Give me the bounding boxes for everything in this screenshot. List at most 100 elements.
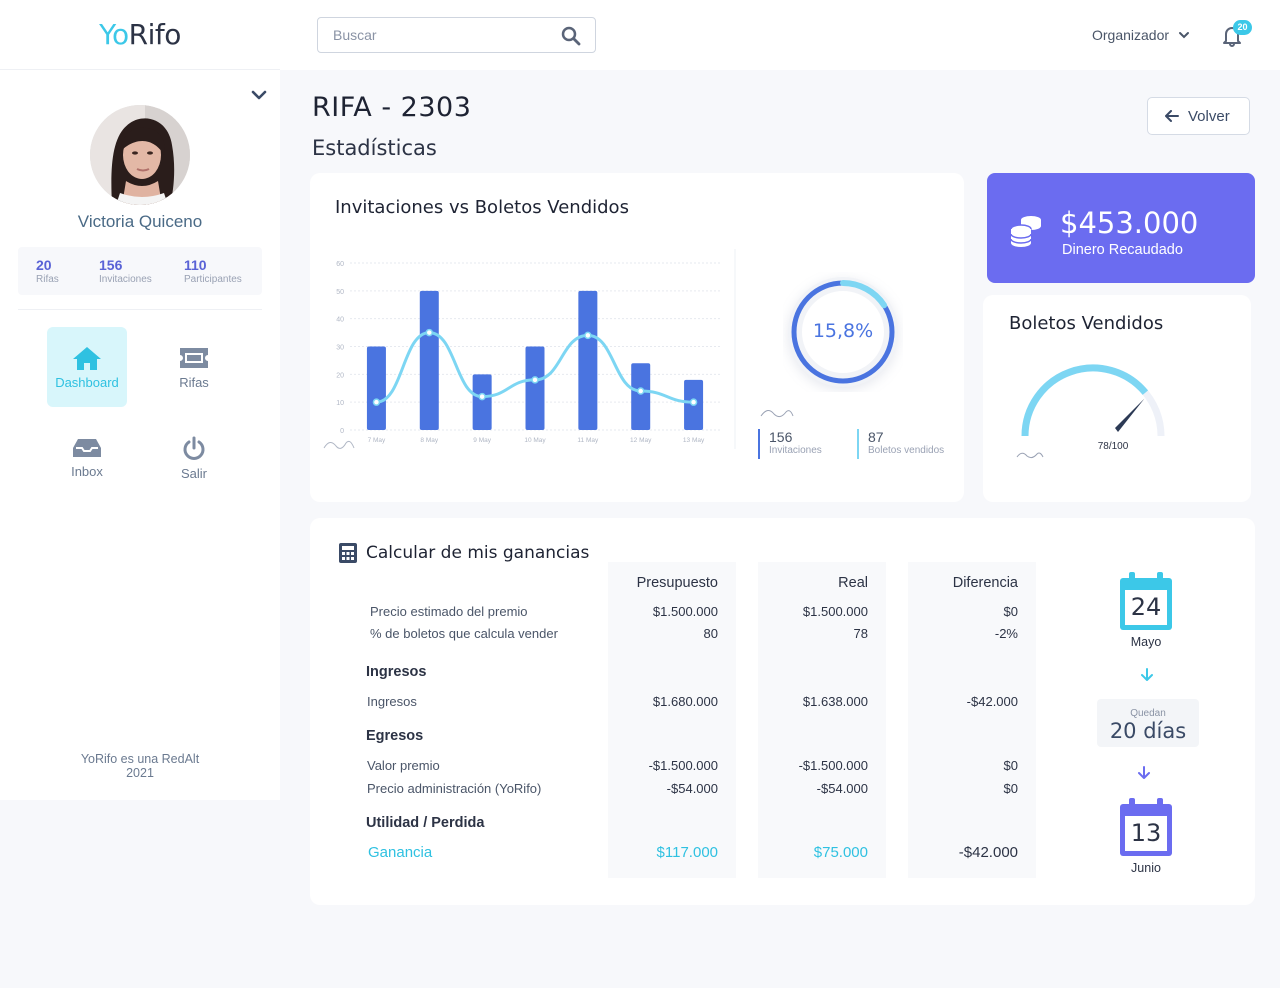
row-value: -2% <box>994 626 1018 641</box>
wave-icon <box>323 440 355 449</box>
x-tick-label: 12 May <box>630 437 652 444</box>
end-day: 13 <box>1130 819 1162 847</box>
line-point <box>478 392 486 401</box>
row-label: Valor premio <box>367 758 440 773</box>
stat-participantes: 110 Participantes <box>184 257 242 285</box>
home-icon <box>73 347 101 370</box>
x-tick-label: 10 May <box>524 437 546 444</box>
calc-title: Calcular de mis ganancias <box>366 543 590 563</box>
line-point <box>689 398 698 406</box>
section-egresos: Egresos <box>366 728 424 744</box>
arrow-down-icon <box>1141 668 1153 681</box>
y-tick-label: 50 <box>336 289 344 296</box>
divider <box>734 249 736 449</box>
y-tick-label: 30 <box>336 345 344 352</box>
chevron-down-icon[interactable] <box>1178 29 1190 41</box>
topbar: Organizador 20 <box>280 0 1280 70</box>
arrow-down-icon <box>1138 766 1150 779</box>
ticket-icon <box>180 348 208 368</box>
line-point <box>372 398 381 406</box>
bar-line-chart: 0 10 20 30 40 50 60 7 May 8 May 9 May 10 May 11 May… <box>323 261 720 449</box>
row-value: 78 <box>853 626 868 641</box>
section-utilidad: Utilidad / Perdida <box>366 815 485 831</box>
user-name: Victoria Quiceno <box>77 212 203 231</box>
row-value: $0 <box>1003 604 1018 619</box>
y-tick-label: 0 <box>340 428 344 435</box>
invitaciones-chart-card: Invitaciones vs Boletos Vendidos 0 10 20 30… <box>310 173 964 502</box>
row-value: -$54.000 <box>816 781 868 796</box>
section-ingresos: Ingresos <box>366 664 427 680</box>
y-tick-label: 60 <box>336 261 344 268</box>
search-input[interactable] <box>333 18 553 52</box>
money-label: Dinero Recaudado <box>1062 242 1183 258</box>
x-tick-label: 9 May <box>473 437 491 444</box>
bar <box>525 346 545 430</box>
start-month: Mayo <box>1130 635 1162 649</box>
role-selector[interactable]: Organizador <box>1092 27 1169 43</box>
row-label: Precio administración (YoRifo) <box>367 781 542 796</box>
stat-invitaciones: 156 Invitaciones <box>99 257 152 285</box>
gain-label: Ganancia <box>368 844 433 861</box>
arrow-left-icon <box>1165 110 1179 122</box>
row-value: $0 <box>1003 781 1018 796</box>
sidebar: YoRifo Victoria Quiceno 20 Rifas 156 Inv… <box>0 0 280 800</box>
boletos-title: Boletos Vendidos <box>1009 313 1164 334</box>
row-value: -$1.500.000 <box>648 758 718 773</box>
bar <box>419 290 439 430</box>
coins-icon <box>1010 216 1041 247</box>
gain-value: $117.000 <box>656 844 718 861</box>
nav-rifas[interactable]: Rifas <box>154 327 234 407</box>
row-value: $0 <box>1003 758 1018 773</box>
row-value: $1.638.000 <box>802 694 868 709</box>
logo[interactable]: YoRifo <box>99 18 181 51</box>
row-label: Ingresos <box>367 694 417 709</box>
page-title: RIFA - 2303 <box>312 92 472 123</box>
chart-card-title: Invitaciones vs Boletos Vendidos <box>335 197 629 218</box>
line-point <box>584 331 592 340</box>
row-value: 80 <box>703 626 718 641</box>
bar <box>631 363 651 430</box>
boletos-vendidos-card: Boletos Vendidos 78/100 <box>983 295 1251 502</box>
gauge-fill <box>1021 364 1149 437</box>
nav-dashboard[interactable]: Dashboard <box>47 327 127 407</box>
start-day: 24 <box>1130 593 1162 621</box>
row-value: $1.500.000 <box>802 604 868 619</box>
power-icon <box>183 436 205 460</box>
x-tick-label: 7 May <box>368 437 386 444</box>
donut-percent: 15,8% <box>812 320 874 342</box>
y-tick-label: 20 <box>336 372 344 379</box>
line-point <box>636 387 645 395</box>
gauge-track <box>1021 364 1165 437</box>
row-value: $1.500.000 <box>652 604 718 619</box>
header-real: Real <box>838 575 868 591</box>
gain-value: -$42.000 <box>958 844 1018 861</box>
nav-inbox[interactable]: Inbox <box>47 418 127 498</box>
row-value: -$42.000 <box>966 694 1018 709</box>
gain-value: $75.000 <box>813 844 868 861</box>
stat-boletos: 87 Boletos vendidos <box>857 429 944 459</box>
wave-icon <box>760 410 794 418</box>
inbox-icon <box>73 439 101 457</box>
y-tick-label: 10 <box>336 400 344 407</box>
header-diferencia: Diferencia <box>952 575 1018 591</box>
bar <box>366 346 386 430</box>
back-button[interactable]: Volver <box>1147 97 1250 135</box>
end-month: Junio <box>1131 861 1161 875</box>
footer-note: YoRifo es una RedAlt 2021 <box>80 752 200 780</box>
x-tick-label: 13 May <box>683 437 705 444</box>
x-tick-label: 8 May <box>420 437 438 444</box>
chevron-down-icon[interactable] <box>250 86 268 104</box>
avatar <box>90 105 190 205</box>
dias-restantes: Quedan 20 días <box>1097 699 1199 747</box>
x-tick-label: 11 May <box>577 437 599 444</box>
stat-invitaciones: 156 Invitaciones <box>758 429 822 459</box>
gauge-needle <box>1115 398 1145 432</box>
nav-salir[interactable]: Salir <box>154 418 234 498</box>
row-label: % de boletos que calcula vender <box>370 626 558 641</box>
notification-badge: 20 <box>1233 20 1252 35</box>
row-label: Precio estimado del premio <box>370 604 528 619</box>
header-presupuesto: Presupuesto <box>636 575 718 591</box>
gauge-label: 78/100 <box>1097 441 1129 452</box>
search-icon[interactable] <box>561 26 581 46</box>
logo-area: YoRifo <box>0 0 280 70</box>
